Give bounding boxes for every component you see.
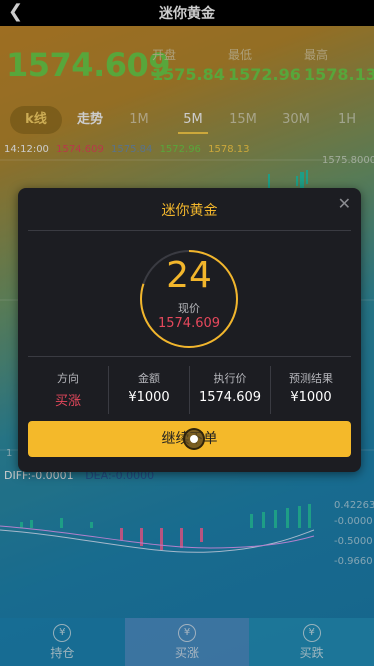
- divider: [28, 230, 351, 231]
- amount-label: 金额: [138, 372, 160, 385]
- result-label: 预测结果: [289, 372, 333, 385]
- order-modal: 迷你黄金 ✕ 24 现价 1574.609 方向 买涨 金额 ¥1000 执行价…: [18, 188, 361, 472]
- modal-title: 迷你黄金: [161, 203, 218, 219]
- result-col: 预测结果 ¥1000: [271, 366, 351, 414]
- touch-cursor: [183, 428, 205, 450]
- current-price-value: 1574.609: [157, 316, 221, 331]
- countdown-ring: 24 现价 1574.609: [138, 248, 240, 350]
- direction-value: 买涨: [54, 394, 81, 409]
- close-icon[interactable]: ✕: [338, 194, 351, 213]
- divider: [28, 356, 351, 357]
- order-info: 方向 买涨 金额 ¥1000 执行价 1574.609 预测结果 ¥1000: [28, 366, 351, 414]
- countdown-value: 24: [166, 255, 212, 296]
- direction-col: 方向 买涨: [28, 366, 109, 414]
- strike-value: 1574.609: [198, 390, 262, 405]
- strike-label: 执行价: [213, 372, 247, 385]
- amount-col: 金额 ¥1000: [109, 366, 190, 414]
- direction-label: 方向: [57, 372, 79, 385]
- result-value: ¥1000: [290, 390, 332, 405]
- current-price-label: 现价: [178, 302, 200, 315]
- amount-value: ¥1000: [128, 390, 170, 405]
- strike-col: 执行价 1574.609: [190, 366, 271, 414]
